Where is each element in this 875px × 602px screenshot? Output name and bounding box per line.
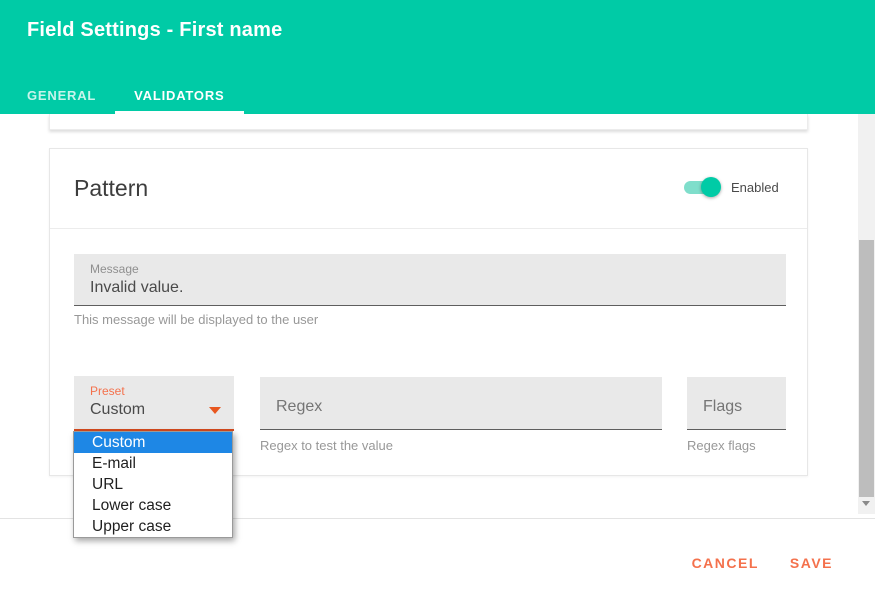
toggle-knob[interactable]	[701, 177, 721, 197]
cancel-button[interactable]: CANCEL	[680, 547, 771, 579]
field-settings-dialog: Field Settings - First name GENERAL VALI…	[0, 0, 875, 602]
tab-bar: GENERAL VALIDATORS	[8, 80, 244, 114]
regex-helper-text: Regex to test the value	[260, 438, 393, 453]
dropdown-option-upper-case[interactable]: Upper case	[74, 516, 232, 537]
preset-select-label: Preset	[90, 384, 234, 398]
message-field-label: Message	[90, 262, 786, 276]
vertical-scrollbar[interactable]	[858, 114, 875, 514]
enabled-toggle[interactable]	[684, 181, 718, 194]
scrollbar-thumb[interactable]	[859, 240, 874, 497]
flags-helper-text: Regex flags	[687, 438, 756, 453]
message-field[interactable]: Message Invalid value.	[74, 254, 786, 306]
pattern-enabled-toggle-group: Enabled	[684, 180, 779, 195]
message-field-value: Invalid value.	[90, 279, 786, 297]
dialog-title: Field Settings - First name	[27, 19, 282, 42]
preset-select[interactable]: Preset Custom	[74, 376, 234, 431]
pattern-section-title: Pattern	[74, 175, 148, 202]
footer-actions: CANCEL SAVE	[680, 547, 845, 579]
dropdown-option-custom[interactable]: Custom	[74, 432, 232, 453]
tab-general[interactable]: GENERAL	[8, 80, 115, 114]
flags-input-placeholder: Flags	[703, 398, 742, 416]
preset-dropdown-list: Custom E-mail URL Lower case Upper case	[73, 431, 233, 538]
toggle-label: Enabled	[731, 180, 779, 195]
pattern-card: Pattern Enabled Message Invalid value. T…	[49, 148, 808, 476]
regex-input[interactable]: Regex	[260, 377, 662, 430]
message-helper-text: This message will be displayed to the us…	[74, 312, 318, 327]
dropdown-arrow-icon	[209, 407, 221, 414]
regex-input-placeholder: Regex	[276, 398, 322, 416]
scrollbar-down-arrow-icon[interactable]	[862, 501, 870, 506]
dropdown-option-url[interactable]: URL	[74, 474, 232, 495]
dropdown-option-lower-case[interactable]: Lower case	[74, 495, 232, 516]
dialog-header: Field Settings - First name GENERAL VALI…	[0, 0, 875, 114]
card-header-divider	[50, 228, 807, 229]
tab-validators[interactable]: VALIDATORS	[115, 80, 243, 114]
save-button[interactable]: SAVE	[778, 547, 845, 579]
flags-input[interactable]: Flags	[687, 377, 786, 430]
dropdown-option-email[interactable]: E-mail	[74, 453, 232, 474]
scrolled-card-remnant	[49, 114, 808, 130]
